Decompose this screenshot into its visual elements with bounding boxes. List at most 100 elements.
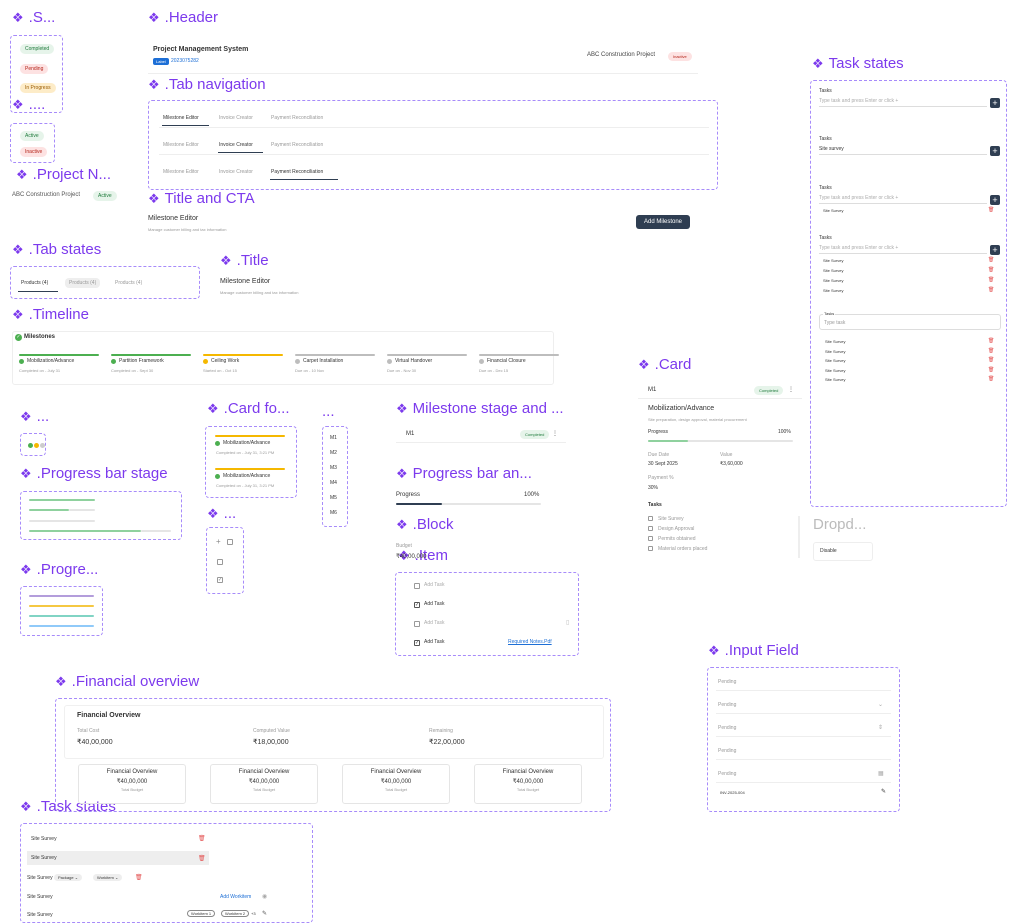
add-task-button[interactable]: +	[990, 98, 1000, 108]
milestone-list-item[interactable]: M2	[330, 450, 337, 456]
timeline-status-icon	[295, 359, 300, 364]
task-input[interactable]: Type task and press Enter or click +	[819, 194, 987, 204]
task-input[interactable]: Type task and press Enter or click +	[819, 244, 987, 254]
attachment-link[interactable]: Required Notes.Pdf	[508, 639, 552, 645]
document-icon: ▯	[566, 620, 570, 626]
tasks-label: Tasks	[819, 185, 832, 191]
card-desc: Site preparation, design approval, mater…	[648, 417, 747, 422]
input-field-value[interactable]: Pending	[718, 748, 736, 754]
section-title-progress-bar-an: ❖ Progress bar an...	[396, 465, 532, 482]
package-select[interactable]: Package ⌄	[54, 874, 83, 881]
add-milestone-button[interactable]: Add Milestone	[636, 215, 690, 229]
tab-milestone-editor[interactable]: Milestone Editor	[163, 115, 199, 121]
timeline-item-name: Partition Framework	[119, 358, 164, 364]
milestone-list-item[interactable]: M3	[330, 465, 337, 471]
more-vertical-icon[interactable]: ⋮	[552, 430, 558, 437]
tab-products-active[interactable]: Products (4)	[21, 280, 48, 286]
trash-icon[interactable]: 🗑	[198, 835, 206, 842]
task-input[interactable]: Type task and press Enter or click +	[819, 97, 987, 107]
tab-products-hover[interactable]: Products (4)	[65, 278, 101, 288]
checkbox-unchecked[interactable]	[648, 526, 653, 531]
timeline-panel: ✓ Milestones Mobilization/Advance Complet…	[12, 331, 559, 385]
milestone-list-item[interactable]: M5	[330, 495, 337, 501]
input-field-value[interactable]: Pending	[718, 725, 736, 731]
trash-icon[interactable]: 🗑	[988, 257, 994, 263]
task-item: Site Survey	[825, 339, 846, 344]
tab-invoice-creator[interactable]: Invoice Creator	[219, 142, 253, 148]
tab-products[interactable]: Products (4)	[115, 280, 142, 286]
input-field-value[interactable]: Pending	[718, 702, 736, 708]
trash-icon[interactable]: 🗑	[135, 874, 143, 881]
trash-icon[interactable]: 🗑	[988, 376, 994, 382]
checkbox-unchecked[interactable]	[648, 516, 653, 521]
input-field-value[interactable]: Pending	[718, 679, 736, 685]
checkbox-unchecked[interactable]	[217, 559, 223, 565]
trash-icon[interactable]: 🗑	[988, 287, 994, 293]
header-project: ABC Construction Project	[587, 52, 656, 58]
checkbox-checked[interactable]: ✓	[414, 640, 420, 646]
input-field-icon[interactable]: ⌄	[878, 701, 883, 708]
add-workitem-link[interactable]: Add Workitem	[220, 894, 251, 900]
section-title-dots2: ❖...	[20, 408, 50, 425]
section-title-dots3: ...	[322, 403, 335, 420]
checkbox-unchecked[interactable]	[227, 539, 233, 545]
add-task-button[interactable]: +	[990, 146, 1000, 156]
checkbox-unchecked[interactable]	[648, 546, 653, 551]
trash-icon[interactable]: 🗑	[988, 207, 994, 213]
progress-bar-blue	[29, 625, 94, 627]
progress-value: 100%	[524, 492, 540, 498]
tab-milestone-editor[interactable]: Milestone Editor	[163, 142, 199, 148]
project-status-badge: Active	[93, 191, 117, 201]
task-input[interactable]: Site survey	[819, 145, 987, 155]
pencil-icon[interactable]: ✎	[881, 788, 886, 795]
add-task-button[interactable]: +	[990, 245, 1000, 255]
trash-icon[interactable]: 🗑	[988, 357, 994, 363]
tab-payment-reconciliation[interactable]: Payment Reconciliation	[271, 115, 323, 121]
tasks-label: Tasks	[819, 235, 832, 241]
trash-icon[interactable]: 🗑	[198, 855, 206, 862]
input-field-icon[interactable]: ▦	[878, 770, 884, 777]
trash-icon[interactable]: 🗑	[988, 277, 994, 283]
milestone-list-item[interactable]: M4	[330, 480, 337, 486]
workitem-select[interactable]: Workitem ⌄	[93, 874, 123, 881]
add-task-button[interactable]: +	[990, 195, 1000, 205]
checkbox-unchecked[interactable]	[414, 583, 420, 589]
input-field-underline	[716, 736, 891, 737]
card-fo-bar	[215, 468, 285, 470]
card-payment-label: Payment %	[648, 475, 674, 481]
checkbox-unchecked[interactable]	[648, 536, 653, 541]
more-vertical-icon[interactable]: ⋮	[788, 386, 794, 393]
tab-invoice-creator[interactable]: Invoice Creator	[219, 169, 253, 175]
task-input-outlined[interactable]	[819, 314, 1001, 330]
trash-icon[interactable]: 🗑	[988, 267, 994, 273]
dropdown-select[interactable]: Disable	[813, 542, 873, 561]
input-field-underline	[716, 759, 891, 760]
trash-icon[interactable]: 🗑	[988, 367, 994, 373]
card-title: Mobilization/Advance	[648, 405, 715, 412]
section-title-status: ❖ .S...	[12, 9, 56, 26]
timeline-item-name: Ceiling Work	[211, 358, 240, 364]
task-item: Site Survey	[823, 288, 844, 293]
checkbox-checked[interactable]: ✓	[217, 577, 223, 583]
pencil-icon[interactable]: ✎	[262, 910, 267, 917]
section-title-project-name: ❖ .Project N...	[16, 166, 112, 183]
section-title-card: ❖ .Card	[638, 356, 692, 373]
tab-milestone-editor[interactable]: Milestone Editor	[163, 169, 199, 175]
dropdown-divider	[798, 516, 800, 558]
tab-invoice-creator[interactable]: Invoice Creator	[219, 115, 253, 121]
checkbox-checked[interactable]: ✓	[414, 602, 420, 608]
milestone-list-item[interactable]: M6	[330, 510, 337, 516]
milestone-list-item[interactable]: M1	[330, 435, 337, 441]
trash-icon[interactable]: 🗑	[988, 348, 994, 354]
section-title-header: ❖ .Header	[148, 9, 219, 26]
checkbox-unchecked[interactable]	[414, 621, 420, 627]
input-field-icon[interactable]: ⇕	[878, 724, 883, 731]
eye-icon[interactable]: ◉	[262, 893, 267, 900]
input-field-final-value[interactable]: INV-2025-004	[720, 790, 745, 795]
card-fo-bar	[215, 435, 285, 437]
input-field-value[interactable]: Pending	[718, 771, 736, 777]
trash-icon[interactable]: 🗑	[988, 338, 994, 344]
financial-stat-label: Computed Value	[253, 728, 290, 734]
tab-payment-reconciliation[interactable]: Payment Reconciliation	[271, 169, 323, 175]
tab-payment-reconciliation[interactable]: Payment Reconciliation	[271, 142, 323, 148]
